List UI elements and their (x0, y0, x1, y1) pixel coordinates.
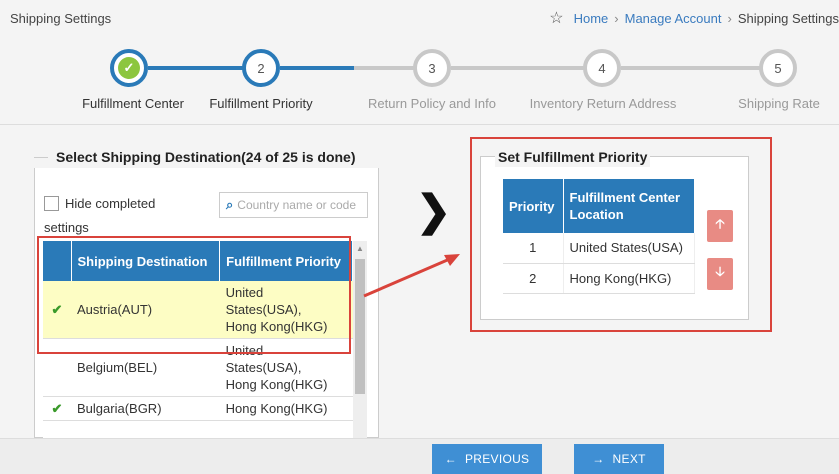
header-location-line: Fulfillment Center (569, 190, 681, 205)
step-4-inventory-return-address[interactable]: 4 (583, 49, 621, 87)
step-5-shipping-rate[interactable]: 5 (759, 49, 797, 87)
hide-completed-checkbox[interactable] (44, 196, 59, 211)
chevron-right-icon: ❯ (416, 187, 452, 234)
country-search[interactable]: ⌕ (219, 192, 368, 218)
step-connector (451, 66, 585, 70)
step-3-return-policy[interactable]: 3 (413, 49, 451, 87)
shipping-destination-legend: Select Shipping Destination(24 of 25 is … (50, 147, 370, 167)
done-check-icon: ✔ (43, 396, 71, 421)
priority-number: 2 (503, 263, 564, 294)
page-title: Shipping Settings (10, 10, 112, 26)
priority-table: Priority Fulfillment Center Location 1 U… (503, 179, 695, 294)
move-down-button[interactable]: 🡣 (707, 258, 733, 290)
star-icon[interactable]: ☆ (549, 8, 563, 28)
step-1-fulfillment-center[interactable]: ✓ (110, 49, 148, 87)
breadcrumb-manage-account[interactable]: Manage Account (625, 11, 722, 26)
previous-label: PREVIOUS (464, 452, 530, 466)
annotation-highlight-row (37, 236, 351, 354)
step-connector (148, 66, 244, 70)
breadcrumb-current: Shipping Settings (737, 10, 839, 26)
table-row[interactable]: ✔ Bulgaria(BGR) Hong Kong(HKG) (43, 396, 353, 421)
previous-button[interactable]: ← PREVIOUS (432, 444, 542, 474)
checkmark-icon: ✓ (118, 57, 140, 79)
header-priority: Priority (503, 179, 564, 233)
move-up-button[interactable]: 🡡 (707, 210, 733, 242)
breadcrumb: ☆ Home › Manage Account › Shipping Setti… (549, 8, 839, 28)
fulfillment-priority-legend: Set Fulfillment Priority (495, 147, 651, 167)
step-number: 4 (598, 60, 606, 76)
country-search-input[interactable] (237, 198, 367, 212)
step-number: 5 (774, 60, 782, 76)
search-icon: ⌕ (226, 197, 234, 212)
next-label: NEXT (612, 452, 646, 466)
priority-line: States(USA), (225, 360, 302, 375)
annotation-arrow-icon (363, 254, 460, 298)
step-label: Return Policy and Info (368, 96, 496, 111)
breadcrumb-separator: › (727, 10, 732, 26)
breadcrumb-home[interactable]: Home (574, 11, 609, 26)
priority-cell: Hong Kong(HKG) (219, 396, 353, 421)
hide-completed-label: Hide completed (65, 196, 156, 211)
hide-completed-toggle[interactable]: Hide completed settings (44, 196, 219, 235)
priority-number: 1 (503, 233, 564, 264)
step-connector (280, 66, 415, 70)
fieldset-border (34, 157, 48, 158)
arrow-down-icon: 🡣 (715, 264, 725, 279)
divider (0, 124, 839, 125)
step-number: 3 (428, 60, 436, 76)
progress-stepper: ✓ 2 3 4 5 Fulfillment Center Fulfillment… (0, 36, 839, 124)
step-label: Fulfillment Priority (209, 96, 313, 111)
arrow-up-icon: 🡡 (715, 216, 725, 231)
destination-cell: Bulgaria(BGR) (71, 396, 220, 421)
step-label: Fulfillment Center (82, 96, 184, 111)
table-row[interactable]: 2 Hong Kong(HKG) (503, 263, 695, 294)
table-row[interactable]: 1 United States(USA) (503, 233, 695, 264)
step-label: Shipping Rate (738, 96, 820, 111)
step-number: 2 (257, 60, 265, 76)
arrow-right-icon: → (592, 452, 605, 466)
priority-location: United States(USA) (563, 233, 695, 264)
header-location: Fulfillment Center Location (563, 179, 695, 233)
next-button[interactable]: → NEXT (574, 444, 664, 474)
step-label: Inventory Return Address (529, 96, 677, 111)
header-location-line: Location (569, 207, 624, 222)
priority-line: Hong Kong(HKG) (225, 377, 328, 392)
top-bar: Shipping Settings ☆ Home › Manage Accoun… (0, 0, 839, 36)
hide-completed-label-2: settings (44, 220, 89, 235)
footer-bar (0, 438, 839, 474)
priority-location: Hong Kong(HKG) (563, 263, 695, 294)
step-connector (621, 66, 761, 70)
step-2-fulfillment-priority[interactable]: 2 (242, 49, 280, 87)
arrow-left-icon: ← (444, 452, 457, 466)
breadcrumb-separator: › (614, 10, 619, 26)
